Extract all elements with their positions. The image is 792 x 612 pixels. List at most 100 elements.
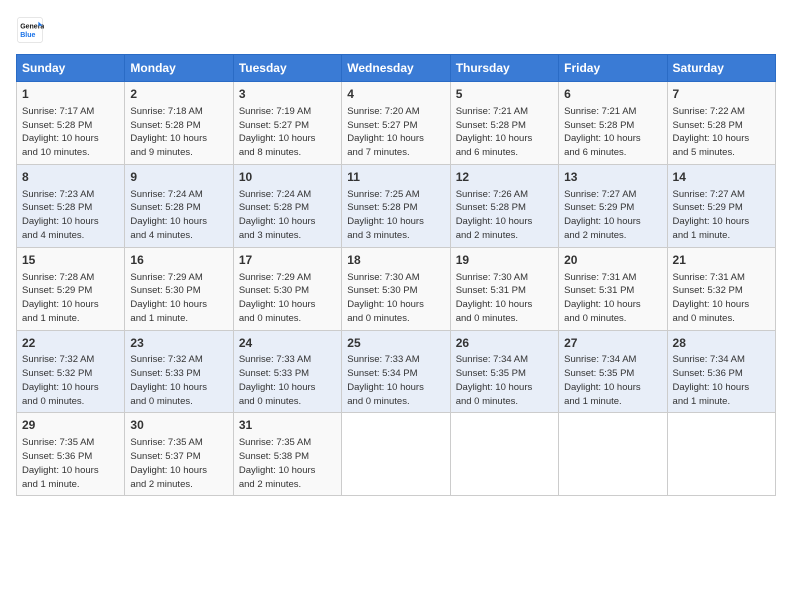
day-detail: Sunrise: 7:30 AM Sunset: 5:31 PM Dayligh… [456, 271, 553, 326]
table-row: 10 Sunrise: 7:24 AM Sunset: 5:28 PM Dayli… [233, 164, 341, 247]
day-detail: Sunrise: 7:23 AM Sunset: 5:28 PM Dayligh… [22, 188, 119, 243]
day-number: 4 [347, 86, 444, 103]
table-row: 22Sunrise: 7:32 AM Sunset: 5:32 PM Dayli… [17, 330, 125, 413]
table-row [450, 413, 558, 496]
day-number: 15 [22, 252, 119, 269]
table-row: 20 Sunrise: 7:31 AM Sunset: 5:31 PM Dayli… [559, 247, 667, 330]
table-row: 31 Sunrise: 7:35 AM Sunset: 5:38 PM Dayli… [233, 413, 341, 496]
day-detail: Sunrise: 7:26 AM Sunset: 5:28 PM Dayligh… [456, 188, 553, 243]
day-detail: Sunrise: 7:22 AM Sunset: 5:28 PM Dayligh… [673, 105, 770, 160]
table-row: 26Sunrise: 7:34 AM Sunset: 5:35 PM Dayli… [450, 330, 558, 413]
day-number: 6 [564, 86, 661, 103]
day-number: 13 [564, 169, 661, 186]
table-row: 6 Sunrise: 7:21 AM Sunset: 5:28 PM Daylig… [559, 82, 667, 165]
table-row [342, 413, 450, 496]
day-detail: Sunrise: 7:31 AM Sunset: 5:31 PM Dayligh… [564, 271, 661, 326]
col-friday: Friday [559, 55, 667, 82]
table-row: 25Sunrise: 7:33 AM Sunset: 5:34 PM Dayli… [342, 330, 450, 413]
calendar-table: Sunday Monday Tuesday Wednesday Thursday… [16, 54, 776, 496]
day-number: 11 [347, 169, 444, 186]
day-number: 3 [239, 86, 336, 103]
day-detail: Sunrise: 7:27 AM Sunset: 5:29 PM Dayligh… [673, 188, 770, 243]
col-sunday: Sunday [17, 55, 125, 82]
day-detail: Sunrise: 7:21 AM Sunset: 5:28 PM Dayligh… [564, 105, 661, 160]
day-number: 24 [239, 335, 336, 352]
day-number: 9 [130, 169, 227, 186]
day-detail: Sunrise: 7:32 AM Sunset: 5:33 PM Dayligh… [130, 353, 227, 408]
table-row: 18 Sunrise: 7:30 AM Sunset: 5:30 PM Dayli… [342, 247, 450, 330]
table-row: 12 Sunrise: 7:26 AM Sunset: 5:28 PM Dayli… [450, 164, 558, 247]
day-number: 2 [130, 86, 227, 103]
table-row: 28Sunrise: 7:34 AM Sunset: 5:36 PM Dayli… [667, 330, 775, 413]
col-tuesday: Tuesday [233, 55, 341, 82]
table-row: 13Sunrise: 7:27 AM Sunset: 5:29 PM Dayli… [559, 164, 667, 247]
table-row: 30 Sunrise: 7:35 AM Sunset: 5:37 PM Dayli… [125, 413, 233, 496]
col-saturday: Saturday [667, 55, 775, 82]
day-number: 31 [239, 417, 336, 434]
col-wednesday: Wednesday [342, 55, 450, 82]
day-detail: Sunrise: 7:35 AM Sunset: 5:38 PM Dayligh… [239, 436, 336, 491]
table-row [667, 413, 775, 496]
day-detail: Sunrise: 7:34 AM Sunset: 5:36 PM Dayligh… [673, 353, 770, 408]
svg-text:Blue: Blue [20, 32, 35, 39]
table-row: 7 Sunrise: 7:22 AM Sunset: 5:28 PM Daylig… [667, 82, 775, 165]
table-row [559, 413, 667, 496]
day-number: 30 [130, 417, 227, 434]
day-number: 7 [673, 86, 770, 103]
day-number: 10 [239, 169, 336, 186]
day-detail: Sunrise: 7:18 AM Sunset: 5:28 PM Dayligh… [130, 105, 227, 160]
table-row: 15Sunrise: 7:28 AM Sunset: 5:29 PM Dayli… [17, 247, 125, 330]
day-detail: Sunrise: 7:30 AM Sunset: 5:30 PM Dayligh… [347, 271, 444, 326]
day-number: 16 [130, 252, 227, 269]
day-detail: Sunrise: 7:24 AM Sunset: 5:28 PM Dayligh… [130, 188, 227, 243]
logo: General Blue [16, 16, 48, 44]
day-number: 23 [130, 335, 227, 352]
day-detail: Sunrise: 7:33 AM Sunset: 5:34 PM Dayligh… [347, 353, 444, 408]
table-row: 24Sunrise: 7:33 AM Sunset: 5:33 PM Dayli… [233, 330, 341, 413]
col-thursday: Thursday [450, 55, 558, 82]
day-number: 1 [22, 86, 119, 103]
day-detail: Sunrise: 7:29 AM Sunset: 5:30 PM Dayligh… [239, 271, 336, 326]
day-detail: Sunrise: 7:19 AM Sunset: 5:27 PM Dayligh… [239, 105, 336, 160]
table-row: 2 Sunrise: 7:18 AM Sunset: 5:28 PM Daylig… [125, 82, 233, 165]
table-row: 21Sunrise: 7:31 AM Sunset: 5:32 PM Dayli… [667, 247, 775, 330]
logo-icon: General Blue [16, 16, 44, 44]
day-detail: Sunrise: 7:35 AM Sunset: 5:37 PM Dayligh… [130, 436, 227, 491]
table-row: 9 Sunrise: 7:24 AM Sunset: 5:28 PM Daylig… [125, 164, 233, 247]
table-row: 27Sunrise: 7:34 AM Sunset: 5:35 PM Dayli… [559, 330, 667, 413]
table-row: 3 Sunrise: 7:19 AM Sunset: 5:27 PM Daylig… [233, 82, 341, 165]
col-monday: Monday [125, 55, 233, 82]
table-row: 4 Sunrise: 7:20 AM Sunset: 5:27 PM Daylig… [342, 82, 450, 165]
day-detail: Sunrise: 7:20 AM Sunset: 5:27 PM Dayligh… [347, 105, 444, 160]
table-row: 1 Sunrise: 7:17 AM Sunset: 5:28 PM Daylig… [17, 82, 125, 165]
day-detail: Sunrise: 7:25 AM Sunset: 5:28 PM Dayligh… [347, 188, 444, 243]
table-row: 23Sunrise: 7:32 AM Sunset: 5:33 PM Dayli… [125, 330, 233, 413]
table-row: 29 Sunrise: 7:35 AM Sunset: 5:36 PM Dayli… [17, 413, 125, 496]
day-detail: Sunrise: 7:32 AM Sunset: 5:32 PM Dayligh… [22, 353, 119, 408]
day-number: 25 [347, 335, 444, 352]
day-number: 28 [673, 335, 770, 352]
table-row: 5 Sunrise: 7:21 AM Sunset: 5:28 PM Daylig… [450, 82, 558, 165]
day-number: 8 [22, 169, 119, 186]
table-row: 11 Sunrise: 7:25 AM Sunset: 5:28 PM Dayli… [342, 164, 450, 247]
day-detail: Sunrise: 7:21 AM Sunset: 5:28 PM Dayligh… [456, 105, 553, 160]
table-row: 14 Sunrise: 7:27 AM Sunset: 5:29 PM Dayli… [667, 164, 775, 247]
day-detail: Sunrise: 7:35 AM Sunset: 5:36 PM Dayligh… [22, 436, 119, 491]
day-detail: Sunrise: 7:29 AM Sunset: 5:30 PM Dayligh… [130, 271, 227, 326]
day-number: 20 [564, 252, 661, 269]
page-header: General Blue [16, 16, 776, 44]
table-row: 19Sunrise: 7:30 AM Sunset: 5:31 PM Dayli… [450, 247, 558, 330]
day-number: 18 [347, 252, 444, 269]
day-detail: Sunrise: 7:17 AM Sunset: 5:28 PM Dayligh… [22, 105, 119, 160]
day-number: 21 [673, 252, 770, 269]
day-number: 5 [456, 86, 553, 103]
day-number: 14 [673, 169, 770, 186]
day-number: 12 [456, 169, 553, 186]
day-detail: Sunrise: 7:34 AM Sunset: 5:35 PM Dayligh… [564, 353, 661, 408]
day-detail: Sunrise: 7:24 AM Sunset: 5:28 PM Dayligh… [239, 188, 336, 243]
day-number: 27 [564, 335, 661, 352]
day-number: 22 [22, 335, 119, 352]
day-number: 29 [22, 417, 119, 434]
day-number: 17 [239, 252, 336, 269]
day-detail: Sunrise: 7:34 AM Sunset: 5:35 PM Dayligh… [456, 353, 553, 408]
